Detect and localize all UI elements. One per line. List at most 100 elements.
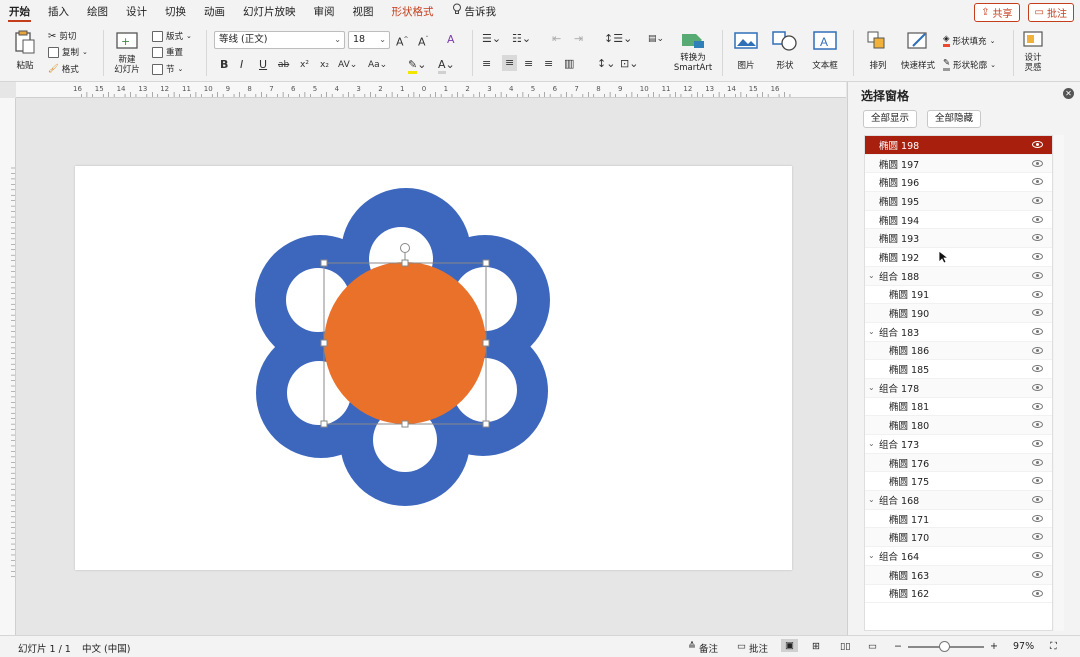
shape-fill-button[interactable]: ◈ 形状填充 ⌄: [943, 34, 995, 47]
font-color-icon[interactable]: A⌄: [438, 58, 455, 74]
list-item[interactable]: 椭圆 191: [865, 286, 1052, 305]
section-button[interactable]: 节 ⌄: [152, 63, 183, 75]
list-item[interactable]: 椭圆 192: [865, 248, 1052, 267]
eye-icon[interactable]: [1032, 383, 1043, 391]
decrease-indent-icon[interactable]: ⇤: [552, 32, 561, 46]
close-icon[interactable]: ✕: [1063, 88, 1074, 99]
tab-7[interactable]: 审阅: [305, 0, 344, 24]
share-button[interactable]: ⇪ 共享: [974, 3, 1020, 22]
eye-icon[interactable]: [1032, 290, 1043, 298]
font-name-select[interactable]: 等线 (正文) ⌄: [214, 31, 345, 49]
superscript-icon[interactable]: x²: [300, 58, 309, 72]
arrange-button[interactable]: 排列: [860, 30, 896, 71]
zoom-slider[interactable]: [908, 641, 984, 652]
group-row[interactable]: ⌄ 组合 183: [865, 323, 1052, 342]
align-left-icon[interactable]: ≡: [482, 57, 491, 71]
line-spacing-icon[interactable]: ↕☰⌄: [604, 32, 632, 46]
tab-1[interactable]: 插入: [39, 0, 78, 24]
resize-handle[interactable]: [320, 259, 328, 267]
clear-format-icon[interactable]: A: [447, 33, 455, 47]
columns-icon[interactable]: ▥: [564, 57, 574, 71]
chevron-down-icon[interactable]: ⌄: [868, 439, 875, 448]
eye-icon[interactable]: [1032, 253, 1043, 261]
font-size-select[interactable]: 18 ⌄: [348, 31, 390, 49]
reading-view-icon[interactable]: ▯▯: [840, 641, 850, 652]
list-item[interactable]: 椭圆 176: [865, 453, 1052, 473]
list-item[interactable]: 椭圆 193: [865, 229, 1052, 249]
tab-5[interactable]: 动画: [195, 0, 234, 24]
change-case-icon[interactable]: Aa⌄: [368, 58, 387, 72]
picture-button[interactable]: 图片: [728, 30, 764, 71]
resize-handle[interactable]: [401, 259, 409, 267]
fit-to-window-icon[interactable]: ⛶: [1050, 641, 1057, 652]
chevron-down-icon[interactable]: ⌄: [868, 495, 875, 504]
eye-icon[interactable]: [1032, 215, 1043, 223]
numbering-icon[interactable]: ☷⌄: [512, 32, 531, 46]
slide-canvas[interactable]: [16, 98, 846, 635]
chevron-down-icon[interactable]: ⌄: [868, 271, 875, 280]
slide-1[interactable]: [75, 166, 792, 570]
paste-button[interactable]: 粘贴: [8, 30, 42, 71]
eye-icon[interactable]: [1032, 421, 1043, 429]
text-direction-icon[interactable]: ↕⌄: [597, 57, 615, 71]
increase-indent-icon[interactable]: ⇥: [574, 32, 583, 46]
italic-icon[interactable]: I: [240, 58, 243, 72]
eye-icon[interactable]: [1032, 271, 1043, 279]
eye-icon[interactable]: [1032, 365, 1043, 373]
eye-icon[interactable]: [1032, 234, 1043, 242]
zoom-level[interactable]: 97%: [1013, 641, 1034, 652]
convert-smartart-button[interactable]: 转换为 SmartArt: [668, 30, 718, 73]
highlight-icon[interactable]: ✎⌄: [408, 58, 426, 74]
list-item[interactable]: 椭圆 162: [865, 585, 1052, 604]
align-text-icon[interactable]: ⊡⌄: [620, 57, 638, 71]
resize-handle[interactable]: [320, 420, 328, 428]
comments-status-button[interactable]: ▭ 批注: [737, 641, 768, 655]
slide-sorter-icon[interactable]: ⊞: [812, 641, 820, 652]
eye-icon[interactable]: [1032, 496, 1043, 504]
quick-styles-button[interactable]: 快速样式: [898, 30, 938, 71]
justify-icon[interactable]: ≡: [544, 57, 553, 71]
resize-handle[interactable]: [482, 420, 490, 428]
list-item[interactable]: 椭圆 186: [865, 341, 1052, 361]
list-item[interactable]: 椭圆 194: [865, 211, 1052, 230]
zoom-in-icon[interactable]: +: [990, 641, 998, 652]
align-right-icon[interactable]: ≡: [524, 57, 533, 71]
format-painter-button[interactable]: 🖌 格式: [48, 63, 79, 75]
tab-8[interactable]: 视图: [344, 0, 383, 24]
pane-scrollbar[interactable]: [1054, 135, 1064, 631]
zoom-slider-thumb[interactable]: [939, 641, 950, 652]
design-ideas-button[interactable]: 设计 灵感: [1018, 30, 1048, 73]
normal-view-icon[interactable]: ▣: [781, 639, 798, 652]
show-all-button[interactable]: 全部显示: [863, 110, 918, 128]
shrink-font-icon[interactable]: Aˇ: [418, 33, 429, 50]
tab-4[interactable]: 切换: [156, 0, 195, 24]
hide-all-button[interactable]: 全部隐藏: [927, 110, 982, 128]
notes-button[interactable]: ≙ 备注: [688, 641, 718, 655]
tab-6[interactable]: 幻灯片放映: [234, 0, 305, 24]
rotate-handle-icon[interactable]: [400, 243, 410, 253]
list-item[interactable]: 椭圆 196: [865, 173, 1052, 193]
chevron-down-icon[interactable]: ⌄: [868, 551, 875, 560]
shape-outline-button[interactable]: ✎ 形状轮廓 ⌄: [943, 58, 996, 71]
eye-icon[interactable]: [1032, 346, 1043, 354]
textbox-button[interactable]: A 文本框: [807, 30, 843, 71]
resize-handle[interactable]: [482, 259, 490, 267]
new-slide-button[interactable]: + 新建 幻灯片: [110, 30, 144, 75]
eye-icon[interactable]: [1032, 440, 1043, 447]
list-item[interactable]: 椭圆 190: [865, 304, 1052, 323]
eye-icon[interactable]: [1032, 327, 1043, 335]
tab-3[interactable]: 设计: [117, 0, 156, 24]
tab-9[interactable]: 形状格式: [383, 0, 443, 24]
copy-button[interactable]: 复制 ⌄: [48, 46, 88, 58]
tab-0[interactable]: 开始: [0, 0, 39, 24]
list-item[interactable]: 椭圆 198: [865, 136, 1052, 155]
resize-handle[interactable]: [401, 420, 409, 428]
group-row[interactable]: ⌄ 组合 164: [865, 547, 1052, 566]
eye-icon[interactable]: [1032, 197, 1043, 205]
tab-2[interactable]: 绘图: [78, 0, 117, 24]
eye-icon[interactable]: [1032, 533, 1043, 541]
list-item[interactable]: 椭圆 180: [865, 416, 1052, 435]
group-row[interactable]: ⌄ 组合 178: [865, 378, 1052, 398]
eye-icon[interactable]: [1032, 514, 1043, 522]
cut-button[interactable]: ✂ 剪切: [48, 30, 76, 43]
